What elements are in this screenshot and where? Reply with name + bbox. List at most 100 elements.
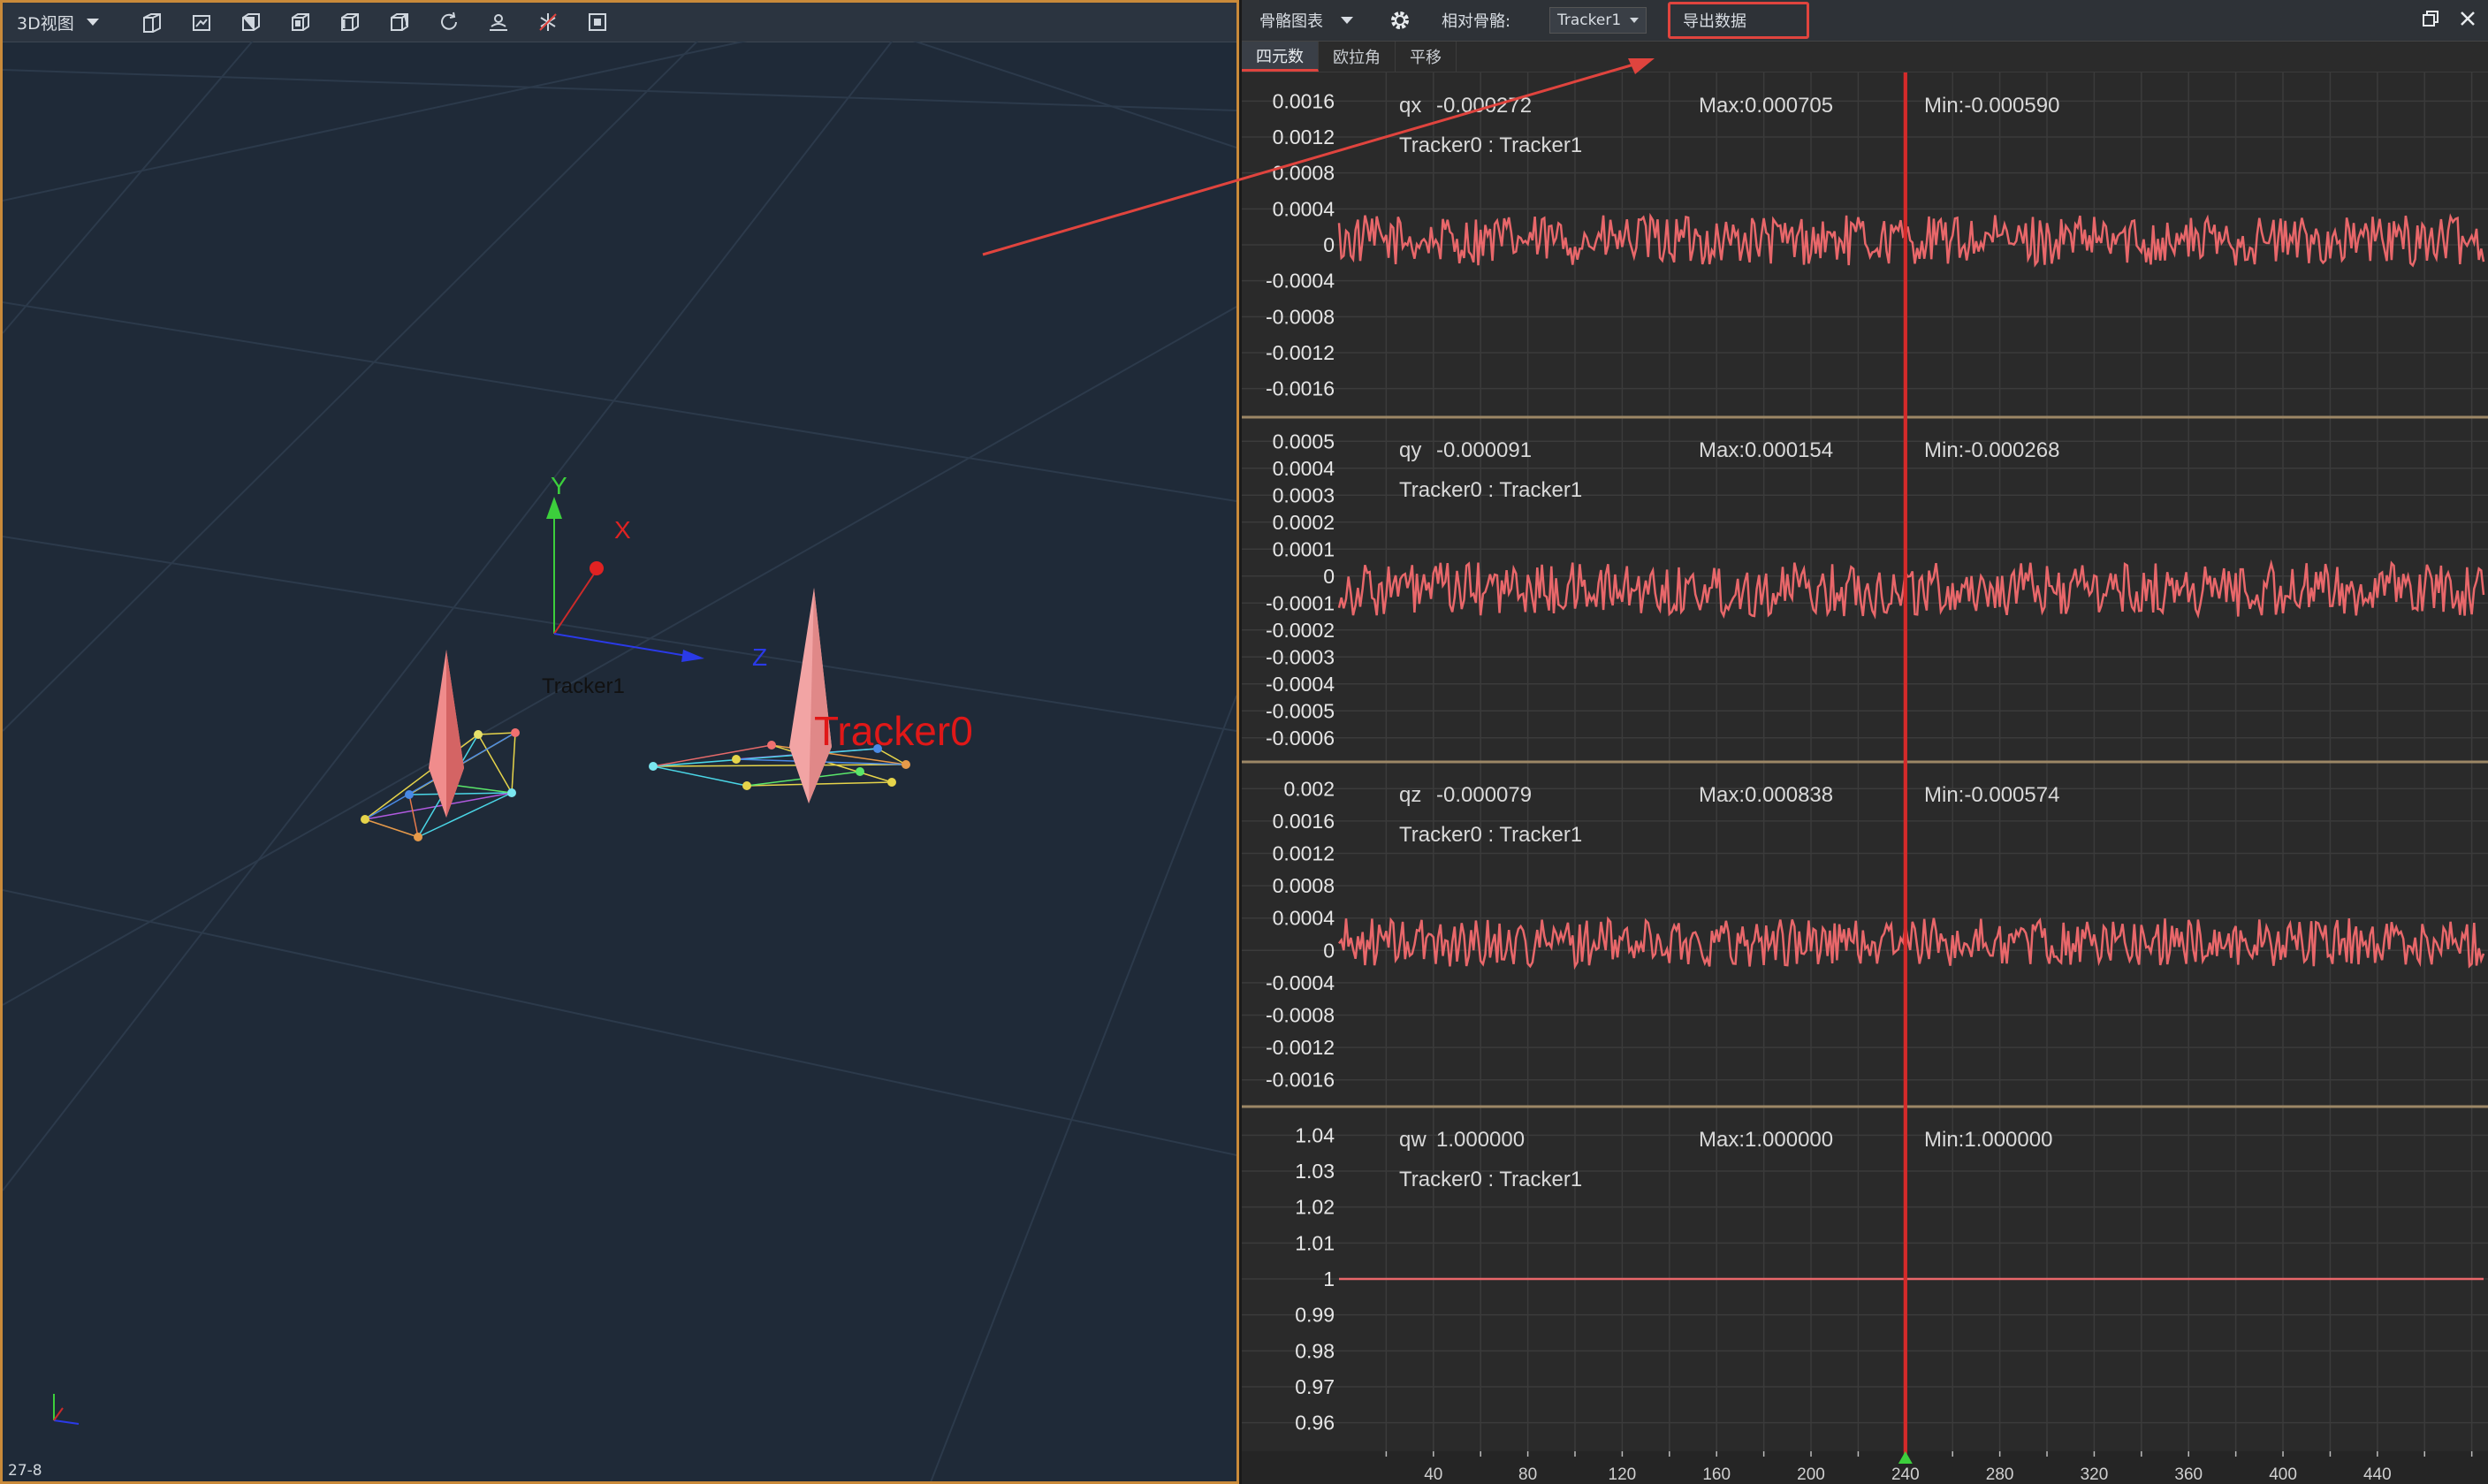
y-axis-arrow-icon — [546, 497, 562, 519]
relative-bone-select[interactable]: Tracker1 — [1549, 7, 1647, 34]
x-axis-label: X — [614, 516, 631, 544]
relative-bone-value: Tracker1 — [1557, 11, 1622, 29]
tab-quaternion[interactable]: 四元数 — [1242, 42, 1319, 72]
y-tick-label: -0.0004 — [1266, 270, 1335, 293]
y-tick-label: 0.0004 — [1273, 457, 1335, 480]
close-icon[interactable] — [2456, 7, 2479, 30]
series-max-value: Max:0.000838 — [1699, 783, 1833, 807]
chart-subtitle: Tracker0 : Tracker1 — [1399, 478, 1582, 502]
series-current-value: -0.000079 — [1436, 783, 1532, 807]
y-tick-label: 0 — [1323, 939, 1335, 962]
chart-type-label: 骨骼图表 — [1259, 12, 1323, 31]
chart-qy[interactable]: 0.0005 0.0004 0.0003 0.0002 0.0001 0 -0.0001 -0… — [1242, 415, 2488, 762]
chart-qw[interactable]: 1.04 1.03 1.02 1.01 1 0.99 0.98 0.97 0.96 qw 1.000… — [1242, 1105, 2488, 1451]
y-tick-label: -0.0006 — [1266, 727, 1335, 750]
x-tick-label: 360 — [2174, 1465, 2203, 1484]
y-tick-label: 1.03 — [1295, 1160, 1335, 1183]
y-tick-label: 1.01 — [1295, 1231, 1335, 1254]
y-tick-label: 0.0012 — [1273, 842, 1335, 865]
view-left-icon[interactable] — [232, 5, 270, 39]
chart-subtitle: Tracker0 : Tracker1 — [1399, 1168, 1582, 1191]
x-tick-label: 400 — [2269, 1465, 2297, 1484]
series-current-value: 1.000000 — [1436, 1128, 1525, 1152]
x-axis: 40 80 120 160 200 240 280 320 360 400 440 — [1242, 72, 2488, 1484]
export-data-button[interactable]: 导出数据 — [1668, 2, 1809, 39]
world-axes-gizmo: Y X Z — [546, 472, 767, 671]
viewport-3d-panel[interactable]: 3D视图 Y X Z Tracker1 Tracker0 27-8 — [0, 0, 1239, 1484]
series-name: qz — [1399, 783, 1421, 807]
y-tick-label: -0.0012 — [1266, 1036, 1335, 1059]
view-front-icon[interactable] — [133, 5, 171, 39]
y-tick-label: 0 — [1323, 233, 1335, 256]
chevron-down-icon — [86, 19, 99, 26]
series-line-qy — [1337, 559, 2485, 620]
view-bottom-icon[interactable] — [381, 5, 418, 39]
chart-subtitle: Tracker0 : Tracker1 — [1399, 133, 1582, 157]
y-tick-label: 0.97 — [1295, 1375, 1335, 1398]
y-tick-label: 0.96 — [1295, 1412, 1335, 1435]
y-tick-label: 0.99 — [1295, 1304, 1335, 1327]
y-tick-label: -0.0016 — [1266, 1069, 1335, 1092]
view-right-icon[interactable] — [282, 5, 319, 39]
chart-subtitle: Tracker0 : Tracker1 — [1399, 823, 1582, 847]
y-tick-label: 0.002 — [1283, 777, 1335, 800]
y-tick-label: -0.0005 — [1266, 699, 1335, 722]
y-tick-label: 0.0004 — [1273, 907, 1335, 930]
y-tick-label: 0.0001 — [1273, 537, 1335, 560]
quaternion-charts[interactable]: 0.0016 0.0012 0.0008 0.0004 0 -0.0004 -0.0008 -… — [1242, 72, 2488, 1484]
y-tick-label: -0.0016 — [1266, 377, 1335, 400]
x-tick-label: 280 — [1986, 1465, 2014, 1484]
series-line-qz — [1337, 916, 2485, 970]
y-tick-label: 0.0016 — [1273, 810, 1335, 833]
tracker-toggle-icon[interactable] — [529, 5, 567, 39]
z-axis-arrow-icon — [681, 650, 704, 662]
fit-view-icon[interactable] — [579, 5, 616, 39]
series-min-value: Min:-0.000590 — [1924, 94, 2059, 118]
chart-qz[interactable]: 0.002 0.0016 0.0012 0.0008 0.0004 0 -0.0004 -0.… — [1242, 760, 2488, 1107]
chart-qx[interactable]: 0.0016 0.0012 0.0008 0.0004 0 -0.0004 -0.0008 -… — [1242, 72, 2488, 417]
series-line-qx — [1337, 212, 2485, 268]
x-tick-label: 160 — [1702, 1465, 1731, 1484]
floor-grid — [3, 42, 1236, 1481]
y-tick-label: -0.0008 — [1266, 1004, 1335, 1027]
y-tick-label: 0.0016 — [1273, 89, 1335, 112]
y-tick-label: -0.0004 — [1266, 673, 1335, 696]
chevron-down-icon — [1341, 17, 1353, 24]
y-tick-label: -0.0002 — [1266, 619, 1335, 642]
chart-toolbar: 骨骼图表 相对骨骼: Tracker1 导出数据 — [1242, 0, 2488, 42]
reset-view-icon[interactable] — [430, 5, 468, 39]
x-tick-label: 120 — [1609, 1465, 1637, 1484]
y-tick-label: -0.0008 — [1266, 305, 1335, 328]
camera-icon[interactable] — [480, 5, 517, 39]
tab-translation[interactable]: 平移 — [1396, 42, 1457, 72]
series-max-value: Max:0.000154 — [1699, 438, 1833, 462]
y-tick-label: 0.0008 — [1273, 162, 1335, 185]
gear-icon[interactable] — [1385, 5, 1415, 35]
y-tick-label: 1 — [1323, 1267, 1335, 1290]
y-tick-label: -0.0004 — [1266, 971, 1335, 994]
series-current-value: -0.000091 — [1436, 438, 1532, 462]
tracker0-rigid-body[interactable]: Tracker0 — [649, 588, 973, 803]
x-tick-label: 40 — [1424, 1465, 1442, 1484]
3d-scene-canvas[interactable]: Y X Z Tracker1 Tracker0 — [3, 42, 1236, 1482]
z-axis-label: Z — [752, 643, 767, 671]
view-back-icon[interactable] — [183, 5, 220, 39]
series-current-value: -0.000272 — [1436, 94, 1532, 118]
chart-type-dropdown[interactable]: 骨骼图表 — [1242, 9, 1366, 32]
tab-euler[interactable]: 欧拉角 — [1319, 42, 1396, 72]
series-name: qw — [1399, 1128, 1427, 1152]
y-tick-label: 0.0004 — [1273, 197, 1335, 220]
y-tick-label: -0.0003 — [1266, 645, 1335, 668]
restore-window-icon[interactable] — [2419, 7, 2442, 30]
y-tick-label: 1.02 — [1295, 1196, 1335, 1219]
series-min-value: Min:-0.000574 — [1924, 783, 2059, 807]
tracker1-rigid-body[interactable]: Tracker1 — [361, 650, 625, 841]
y-tick-label: -0.0012 — [1266, 341, 1335, 364]
bone-chart-panel: 骨骼图表 相对骨骼: Tracker1 导出数据 四元数 欧拉角 平移 0.00… — [1242, 0, 2488, 1484]
y-tick-label: 0.0012 — [1273, 126, 1335, 148]
view-top-icon[interactable] — [331, 5, 369, 39]
view-mode-dropdown[interactable]: 3D视图 — [3, 11, 121, 34]
x-tick-label: 320 — [2081, 1465, 2109, 1484]
x-tick-label: 240 — [1891, 1465, 1920, 1484]
series-name: qx — [1399, 94, 1421, 118]
